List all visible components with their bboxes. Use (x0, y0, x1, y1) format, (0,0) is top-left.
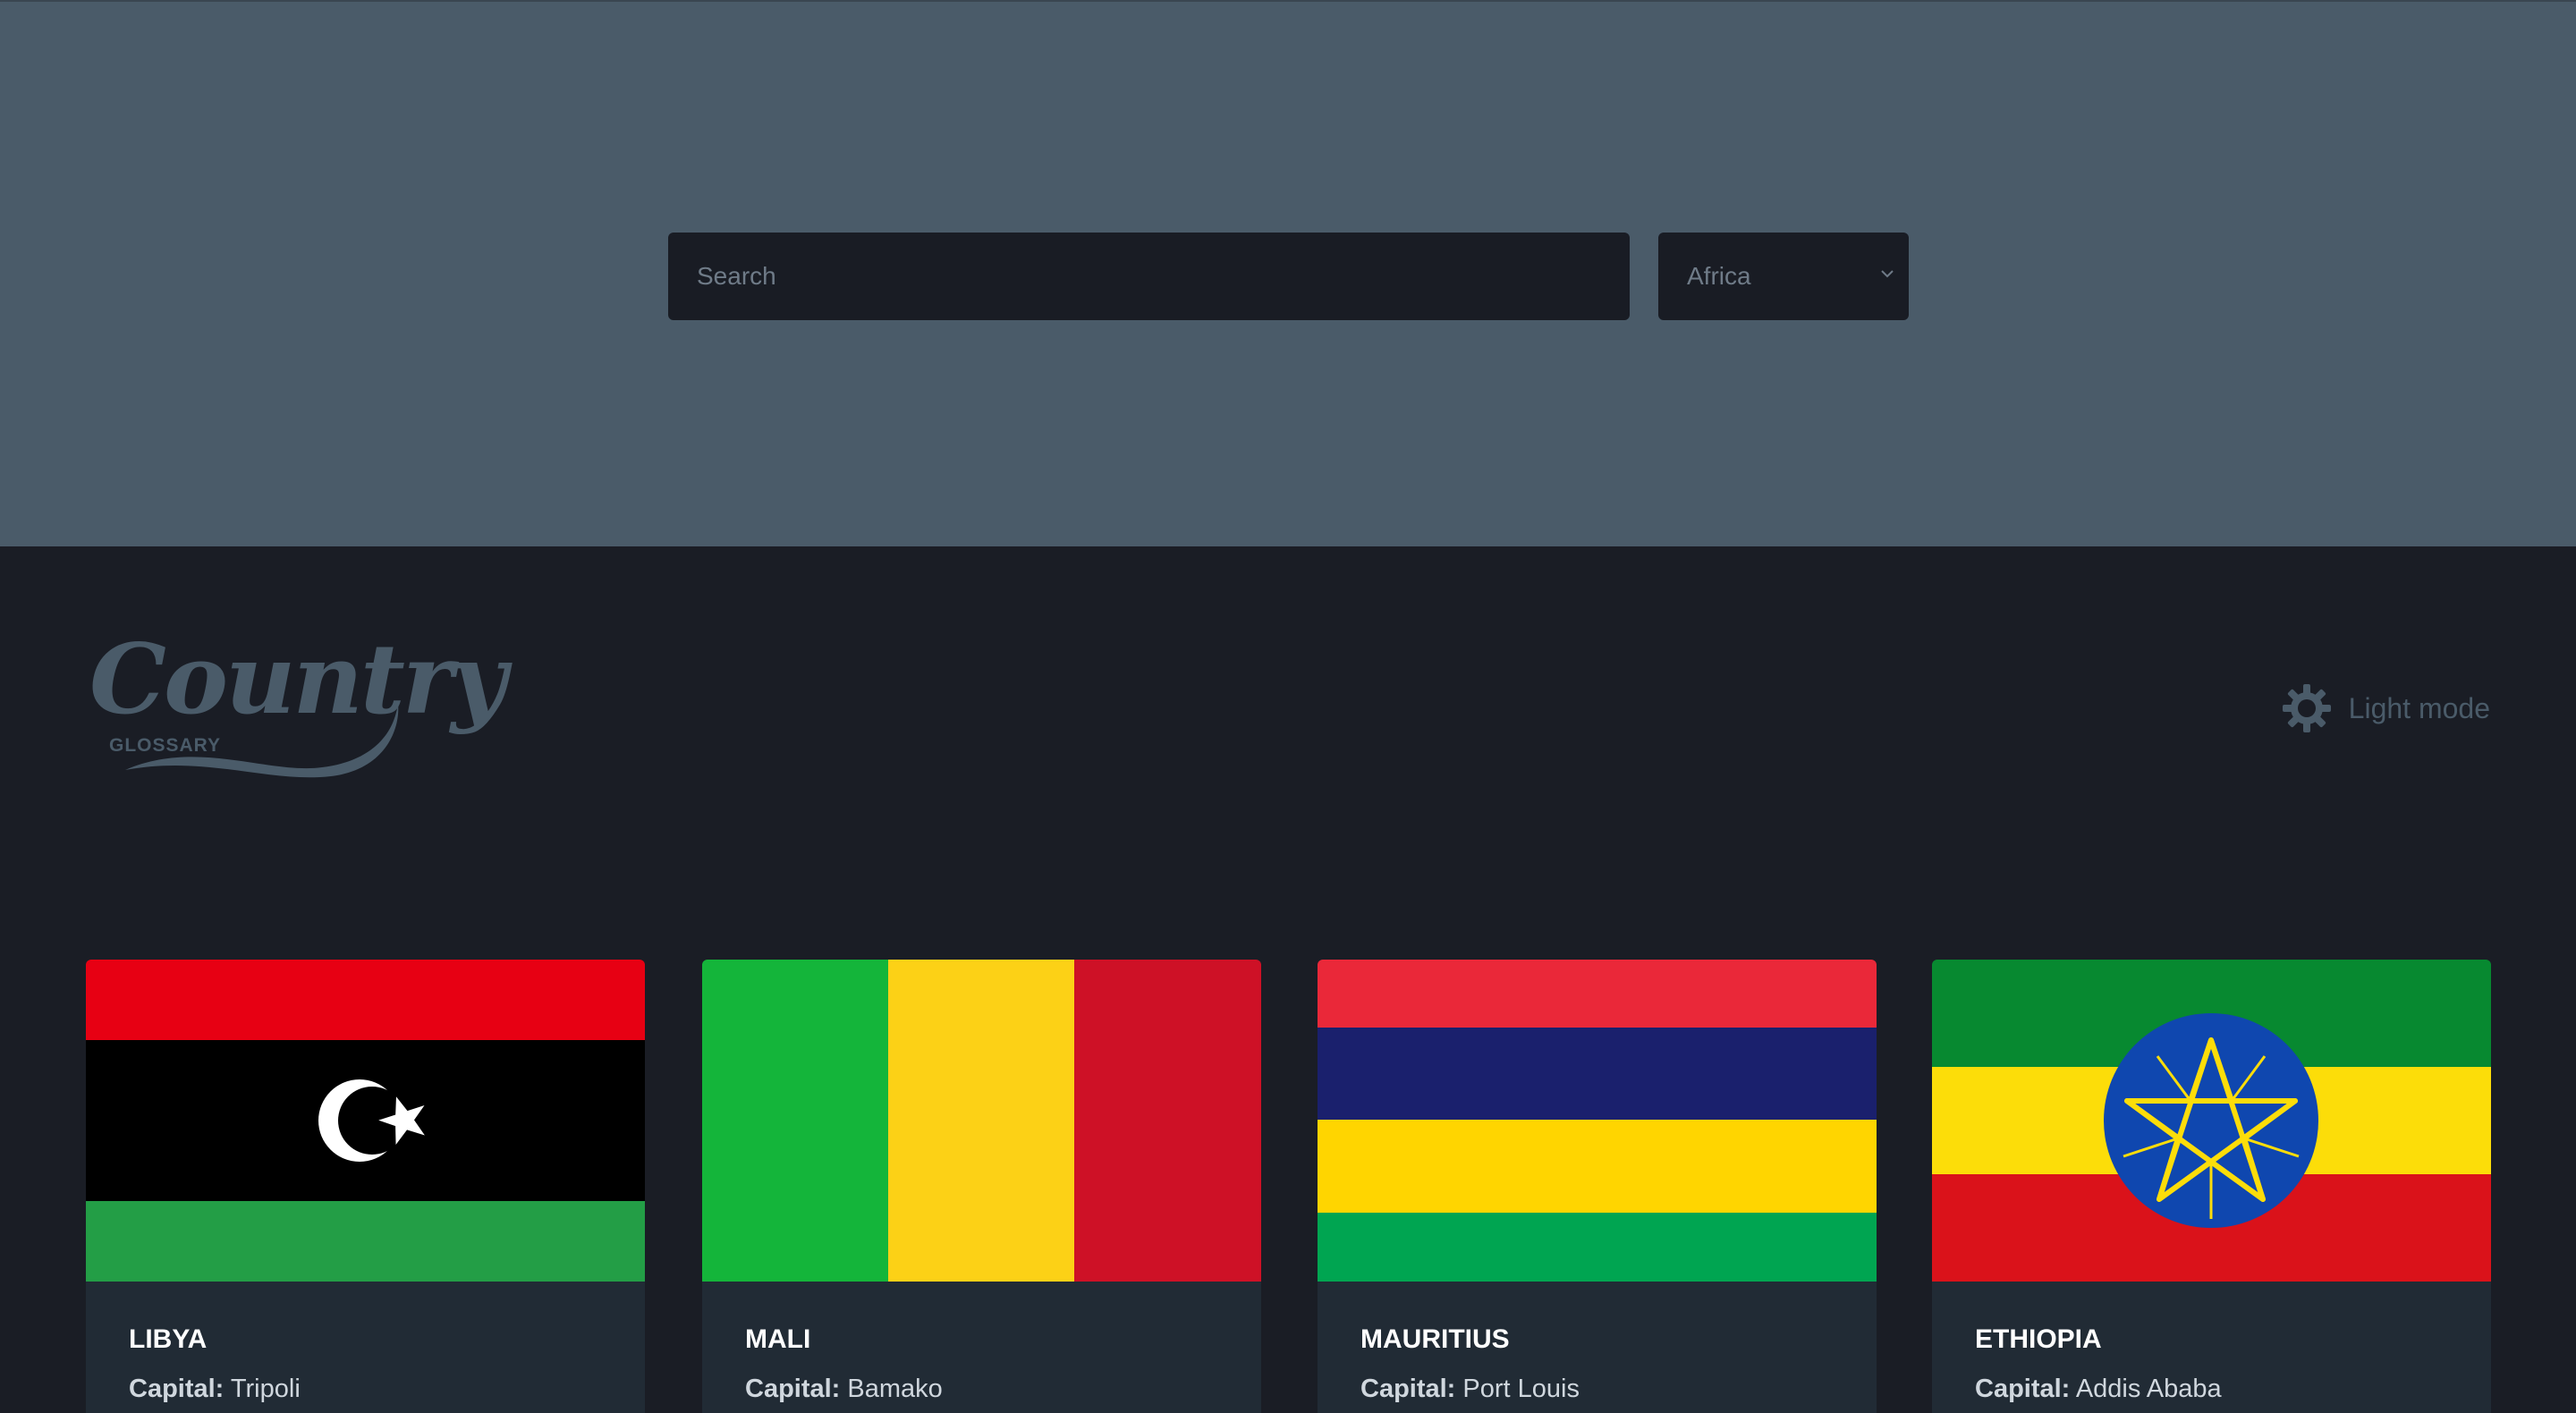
theme-toggle-label: Light mode (2348, 691, 2490, 724)
flag-image-mauritius (1318, 960, 1877, 1282)
region-select-value: Africa (1687, 262, 1751, 290)
logo[interactable]: Country GLOSSARY (89, 631, 507, 783)
chevron-down-icon (1881, 270, 1894, 278)
logo-title: Country (89, 623, 507, 736)
search-banner: Africa (0, 0, 2576, 546)
country-card[interactable]: MALI Capital: Bamako (702, 960, 1261, 1413)
country-capital: Capital: Addis Ababa (1975, 1375, 2222, 1403)
country-capital: Capital: Bamako (745, 1375, 943, 1403)
flag-image-libya (86, 960, 645, 1282)
flag-image-mali (702, 960, 1261, 1282)
country-name: MAURITIUS (1360, 1324, 1510, 1354)
country-card[interactable]: LIBYA Capital: Tripoli (86, 960, 645, 1413)
theme-toggle-button[interactable]: Light mode (2281, 682, 2490, 734)
logo-subtitle: GLOSSARY (109, 735, 222, 756)
country-name: ETHIOPIA (1975, 1324, 2102, 1354)
country-capital: Capital: Port Louis (1360, 1375, 1580, 1403)
flag-image-ethiopia (1932, 960, 2491, 1282)
country-card[interactable]: MAURITIUS Capital: Port Louis (1318, 960, 1877, 1413)
country-name: LIBYA (129, 1324, 208, 1354)
country-capital: Capital: Tripoli (129, 1375, 301, 1403)
region-select[interactable]: Africa (1658, 233, 1909, 320)
content-area: Country GLOSSARY Light mode LIBYA Capita… (0, 546, 2576, 1413)
country-name: MALI (745, 1324, 811, 1354)
country-card[interactable]: ETHIOPIA Capital: Addis Ababa (1932, 960, 2491, 1413)
search-input[interactable] (668, 233, 1630, 320)
gear-icon (2282, 684, 2331, 732)
